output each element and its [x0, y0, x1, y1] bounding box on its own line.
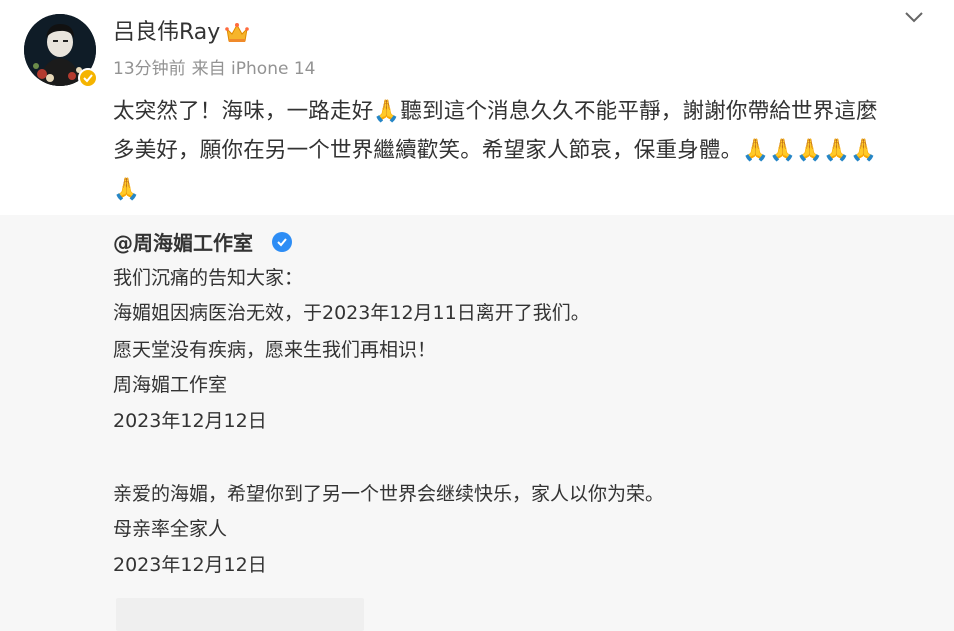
- repost-line: 2023年12月12日: [113, 554, 267, 576]
- repost-line: 亲爱的海媚，希望你到了另一个世界会继续快乐，家人以你为荣。: [113, 483, 665, 505]
- post-source: 来自 iPhone 14: [191, 59, 316, 79]
- chevron-down-icon[interactable]: [900, 6, 928, 28]
- verified-badge-icon: [78, 68, 98, 88]
- author-name[interactable]: 吕良伟Ray: [113, 19, 220, 47]
- repost-line: 我们沉痛的告知大家：: [113, 267, 304, 289]
- post-text-line: 多美好，願你在另一个世界繼續歡笑。希望家人節哀，保重身體。🙏🙏🙏🙏🙏: [113, 138, 878, 163]
- post-text-line: 太突然了！海味，一路走好🙏聽到這个消息久久不能平靜，謝謝你帶給世界這麼: [113, 99, 878, 124]
- post-header: 吕良伟Ray 13分钟前 来自 iPhone 14 太突然了！海味，一路走好🙏聽到…: [0, 0, 954, 215]
- crown-icon[interactable]: [224, 21, 250, 45]
- repost-author-mention[interactable]: @周海媚工作室: [113, 229, 253, 257]
- link-card[interactable]: [116, 598, 364, 631]
- repost-line: 2023年12月12日: [113, 410, 267, 432]
- post-time[interactable]: 13分钟前: [113, 59, 186, 79]
- repost-line: 母亲率全家人: [113, 518, 228, 540]
- verified-badge-icon: [272, 232, 292, 252]
- repost-line: 周海媚工作室: [113, 374, 228, 396]
- repost-line: 海媚姐因病医治无效，于2023年12月11日离开了我们。: [113, 302, 590, 324]
- repost-line: 愿天堂没有疾病，愿来生我们再相识！: [113, 339, 437, 361]
- post-text-line: 🙏: [113, 177, 140, 202]
- avatar[interactable]: [24, 14, 98, 88]
- post-text: 太突然了！海味，一路走好🙏聽到這个消息久久不能平靜，謝謝你帶給世界這麼 多美好，…: [113, 92, 933, 209]
- post-meta: 13分钟前 来自 iPhone 14: [113, 57, 315, 81]
- repost-card[interactable]: @周海媚工作室 我们沉痛的告知大家： 海媚姐因病医治无效，于2023年12月11…: [0, 215, 954, 631]
